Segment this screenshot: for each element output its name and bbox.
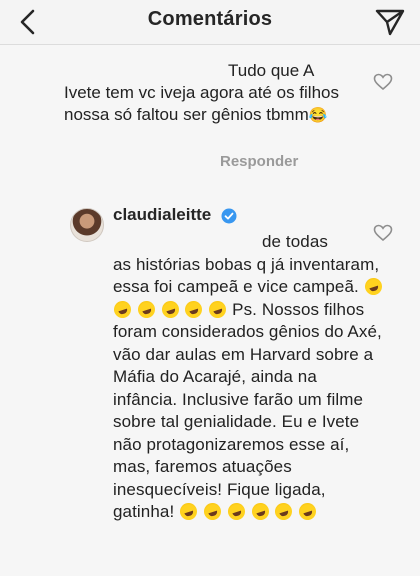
comment-body: Ivete tem vc iveja agora até os filhos n… [64, 83, 339, 124]
comment-body-part2: Ps. Nossos filhos foram considerados gên… [113, 299, 382, 522]
rolling-on-floor-laughing-icon [297, 500, 319, 523]
paper-plane-icon[interactable] [374, 7, 406, 37]
comment-username[interactable]: claudialeitte [113, 205, 211, 225]
reply-button[interactable]: Responder [220, 153, 298, 170]
comment-body-part1: as histórias bobas q já inventaram, essa… [113, 254, 380, 297]
comment-line: de todas [262, 232, 329, 251]
verified-badge-icon [221, 208, 237, 224]
rolling-on-floor-laughing-icon [249, 500, 271, 523]
comment-text: de todas as histórias bobas q já inventa… [111, 231, 384, 524]
page-title: Comentários [147, 8, 273, 30]
heart-icon[interactable] [373, 73, 393, 91]
comment-text: Tudo que A Ivete tem vc iveja agora até … [64, 60, 364, 127]
rolling-on-floor-laughing-icon [135, 298, 158, 320]
rolling-on-floor-laughing-icon [201, 500, 224, 523]
rolling-on-floor-laughing-icon [362, 275, 384, 298]
rolling-on-floor-laughing-icon [207, 298, 229, 320]
top-bar: Comentários [0, 0, 420, 45]
rolling-on-floor-laughing-icon [183, 298, 205, 320]
rolling-on-floor-laughing-icon [159, 298, 181, 320]
rolling-on-floor-laughing-icon [111, 298, 134, 320]
rolling-on-floor-laughing-icon [225, 500, 247, 523]
rolling-on-floor-laughing-icon [273, 500, 295, 523]
comment-line: Tudo que A [228, 61, 315, 80]
avatar[interactable] [70, 208, 104, 242]
rolling-on-floor-laughing-icon [177, 500, 200, 523]
tears-of-joy-icon: 😂 [308, 107, 328, 124]
